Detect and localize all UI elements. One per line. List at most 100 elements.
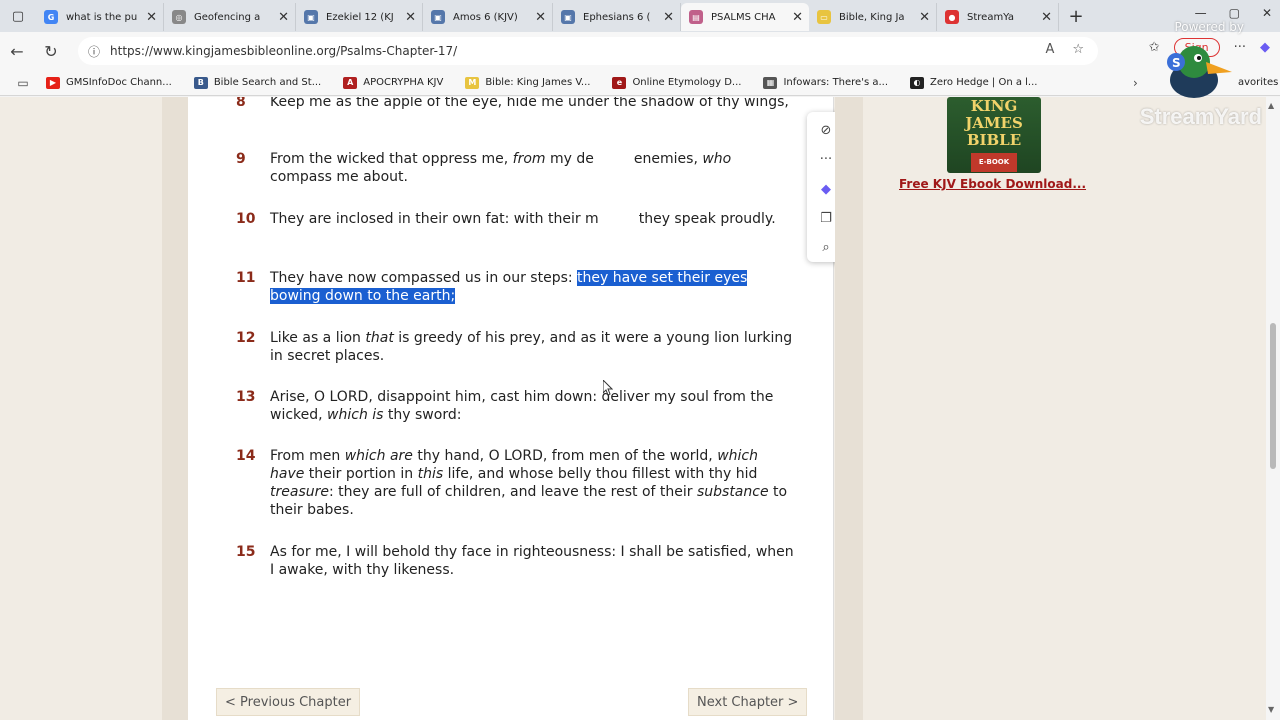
tab-title: Bible, King Ja [839, 11, 905, 23]
page-scrollbar[interactable]: ▲ ▼ [1266, 97, 1280, 720]
close-tab-icon[interactable]: ✕ [405, 10, 416, 25]
verse-number[interactable]: 8 [236, 97, 266, 111]
verse-item: 10 They are inclosed in their own fat: wi… [236, 210, 796, 228]
url-field[interactable]: ⓘ https://www.kingjamesbibleonline.org/P… [78, 37, 1098, 65]
tab-title: Amos 6 (KJV) [453, 11, 518, 23]
copilot-icon[interactable]: ◆ [1260, 40, 1270, 55]
streamyard-watermark: StreamYard [1139, 104, 1262, 129]
close-tab-icon[interactable]: ✕ [792, 10, 803, 25]
tab-3[interactable]: ▣ Ezekiel 12 (KJ ✕ [296, 3, 423, 31]
verse-number[interactable]: 15 [236, 543, 266, 561]
bookmark-label: Bible Search and St... [213, 77, 322, 88]
kjv-ebook-ad[interactable]: KING JAMES BIBLE E-BOOK [947, 97, 1041, 173]
verse-text: As for me, I will behold thy face in rig… [270, 544, 794, 578]
streamyard-logo-icon: S [1167, 46, 1232, 98]
verse-text: From the wicked that oppress me, from my… [270, 151, 732, 185]
bookmark-favicon-icon: ◐ [910, 76, 925, 89]
back-button[interactable]: ← [0, 42, 34, 61]
ebook-download-link[interactable]: Free KJV Ebook Download... [899, 177, 1086, 191]
tab-title: Ephesians 6 ( [583, 11, 651, 23]
close-tab-icon[interactable]: ✕ [278, 10, 289, 25]
tab-favicon-icon: ● [945, 10, 959, 24]
bookmark-item[interactable]: ◐ Zero Hedge | On a l... [910, 76, 1037, 89]
collections-icon[interactable]: ▭ [0, 76, 46, 90]
scrollbar-thumb[interactable] [1270, 323, 1276, 469]
ad-line-3: BIBLE [966, 131, 1022, 149]
tab-1[interactable]: Gwhat is the pu ✕ [36, 3, 164, 31]
bookmark-favicon-icon: B [193, 76, 208, 89]
bookmark-label: Bible: King James V... [485, 77, 591, 88]
tab-8[interactable]: ● StreamYa ✕ [937, 3, 1059, 31]
bookmark-label: GMSInfoDoc Chann... [66, 77, 172, 88]
more-icon[interactable]: ··· [1234, 40, 1246, 55]
verse-text: Keep me as the apple of the eye, hide me… [270, 97, 789, 110]
bookmark-item[interactable]: B Bible Search and St... [193, 76, 322, 89]
tab-actions-icon[interactable]: ▢ [0, 0, 36, 32]
tab-favicon-icon: ◎ [172, 10, 186, 24]
bookmark-favicon-icon: ▦ [763, 76, 778, 89]
bookmark-item[interactable]: ▦ Infowars: There's a... [763, 76, 889, 89]
bookmark-label: Infowars: There's a... [783, 77, 889, 88]
favorites-icon[interactable]: ✩ [1149, 40, 1160, 55]
bookmark-favicon-icon: e [612, 76, 627, 89]
site-info-icon[interactable]: ⓘ [88, 43, 100, 60]
bookmark-item[interactable]: M Bible: King James V... [465, 76, 591, 89]
tab-2[interactable]: ◎ Geofencing a ✕ [164, 3, 296, 31]
svg-text:S: S [1172, 56, 1181, 70]
scroll-down-icon[interactable]: ▼ [1268, 705, 1274, 714]
tab-strip: Gwhat is the pu ✕ ◎ Geofencing a ✕ ▣ Ezekiel 1… [36, 1, 1059, 31]
previous-chapter-button[interactable]: < Previous Chapter [216, 688, 361, 716]
verse-number[interactable]: 9 [236, 150, 266, 168]
next-chapter-button[interactable]: Next Chapter > [688, 688, 808, 716]
address-bar: ← ↻ ⓘ https://www.kingjamesbibleonline.o… [0, 32, 1280, 70]
minimize-icon[interactable]: — [1195, 6, 1207, 20]
verse-number[interactable]: 13 [236, 388, 266, 406]
bookmark-item[interactable]: ▶ GMSInfoDoc Chann... [46, 76, 172, 89]
verse-item: 9 From the wicked that oppress me, from m… [236, 150, 796, 186]
verse-number[interactable]: 11 [236, 269, 266, 287]
verse-text: From men which are thy hand, O LORD, fro… [270, 448, 788, 518]
tab-title: StreamYa [967, 11, 1015, 23]
close-tab-icon[interactable]: ✕ [146, 10, 157, 25]
verse-item: 12 Like as a lion that is greedy of his p… [236, 329, 796, 365]
new-tab-button[interactable]: + [1059, 6, 1093, 27]
verse-text: Like as a lion that is greedy of his pre… [270, 330, 793, 364]
tab-7[interactable]: ▭ Bible, King Ja ✕ [809, 3, 937, 31]
read-aloud-icon[interactable]: A [1045, 42, 1054, 57]
ad-line-1: KING [970, 97, 1018, 115]
verse-text: They are inclosed in their own fat: with… [270, 211, 776, 227]
close-tab-icon[interactable]: ✕ [663, 10, 674, 25]
tab-favicon-icon: ▭ [817, 10, 831, 24]
chevron-right-icon[interactable]: › [1133, 76, 1138, 90]
tab-5[interactable]: ▣ Ephesians 6 (✕ [553, 3, 681, 31]
close-tab-icon[interactable]: ✕ [919, 10, 930, 25]
bookmark-list: ▶ GMSInfoDoc Chann... B Bible Search and St… [46, 76, 1059, 89]
right-gutter [835, 97, 863, 720]
bookmarks-bar: ▭ ▶ GMSInfoDoc Chann... B Bible Search and … [0, 70, 1280, 96]
other-favorites-link[interactable]: avorites [1238, 77, 1278, 88]
tab-title: Geofencing a [194, 11, 261, 23]
scroll-up-icon[interactable]: ▲ [1268, 101, 1274, 110]
powered-by-label: Powered by [1174, 20, 1244, 34]
bookmark-item[interactable]: A APOCRYPHA KJV [343, 76, 444, 89]
refresh-button[interactable]: ↻ [34, 42, 68, 61]
close-tab-icon[interactable]: ✕ [535, 10, 546, 25]
verse-item: 8 Keep me as the apple of the eye, hide m… [236, 97, 796, 111]
tab-favicon-icon: ▤ [689, 10, 703, 24]
bookmark-item[interactable]: e Online Etymology D... [612, 76, 741, 89]
left-gutter [162, 97, 188, 720]
tab-title: PSALMS CHA [711, 11, 776, 23]
close-window-icon[interactable]: ✕ [1262, 6, 1272, 20]
favorite-star-icon[interactable]: ☆ [1072, 42, 1084, 57]
tab-4[interactable]: ▣ Amos 6 (KJV) ✕ [423, 3, 553, 31]
verse-number[interactable]: 14 [236, 447, 266, 465]
maximize-icon[interactable]: ▢ [1229, 6, 1240, 20]
chapter-page: 8 Keep me as the apple of the eye, hide m… [188, 97, 845, 720]
close-tab-icon[interactable]: ✕ [1041, 10, 1052, 25]
url-text: https://www.kingjamesbibleonline.org/Psa… [110, 44, 458, 58]
verse-number[interactable]: 12 [236, 329, 266, 347]
verse-item: 13 Arise, O LORD, disappoint him, cast hi… [236, 388, 796, 424]
tab-6[interactable]: ▤ PSALMS CHA ✕ [681, 3, 809, 31]
bookmark-label: APOCRYPHA KJV [363, 77, 444, 88]
verse-number[interactable]: 10 [236, 210, 266, 228]
